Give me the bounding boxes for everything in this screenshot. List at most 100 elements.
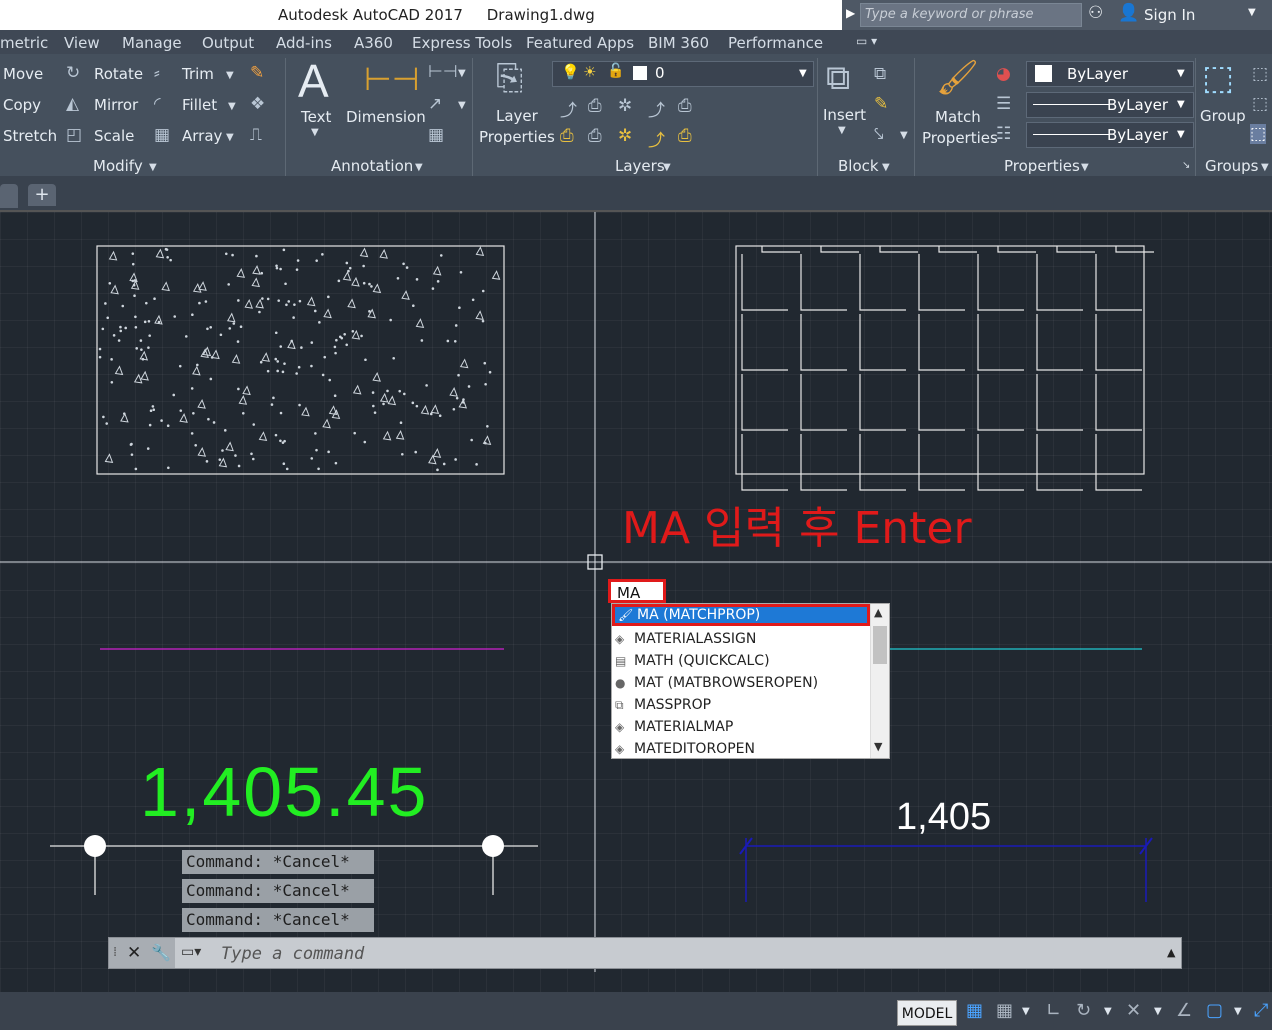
scroll-down-icon[interactable]: ▼ [874,740,882,753]
text-icon[interactable]: A [298,54,329,108]
group-select-icon[interactable]: ⬚ [1250,124,1267,144]
autocomplete-item-matchprop[interactable]: 🖌 MA (MATCHPROP) [612,604,870,626]
move-button[interactable]: Move [3,65,43,83]
model-space-button[interactable]: MODEL [897,1000,957,1026]
dimension-text-large[interactable]: 1,405.45 [140,752,428,832]
properties-launcher-icon[interactable]: ↘ [1182,160,1190,171]
sign-in-link[interactable]: Sign In [1144,6,1195,24]
tab-metric[interactable]: metric [0,34,48,52]
modify-panel-title[interactable]: Modify [93,157,143,175]
layer-tool-icon[interactable]: ⎙ [588,96,602,116]
text-button[interactable]: Text [301,108,331,126]
array-dropdown-icon[interactable]: ▼ [226,132,234,143]
linear-dim-icon[interactable]: ⊢⊣ [428,62,458,82]
color-dropdown[interactable]: ByLayer ▼ [1026,61,1194,87]
command-prompt-icon[interactable]: ▭▾ [181,944,201,960]
erase-icon[interactable]: ✎ [250,63,264,83]
wrench-icon[interactable]: 🔧 [151,943,171,962]
group-edit-icon[interactable]: ⬚ [1252,94,1268,114]
block-expand-icon[interactable]: ▼ [882,162,890,173]
tab-bim-360[interactable]: BIM 360 [648,34,709,52]
tab-express-tools[interactable]: Express Tools [412,34,512,52]
tab-view[interactable]: View [64,34,100,52]
chevron-down-icon[interactable]: ▼ [1234,1006,1242,1017]
properties-expand-icon[interactable]: ▼ [1081,162,1089,173]
dimension-grip[interactable] [84,835,106,857]
tab-featured-apps[interactable]: Featured Apps [526,34,634,52]
scroll-thumb[interactable] [873,626,887,664]
match-properties-label-1[interactable]: Match [935,108,981,126]
polar-icon[interactable]: ↻ [1076,1000,1091,1021]
match-properties-label-2[interactable]: Properties [922,129,998,147]
autocomplete-item[interactable]: ◈ MATERIALMAP [612,716,870,738]
close-icon[interactable]: ✕ [127,943,141,963]
grid-icon[interactable]: ▦ [966,1000,983,1021]
fillet-dropdown-icon[interactable]: ▼ [228,101,236,112]
linetype-icon[interactable]: ☰ [996,94,1011,114]
autocomplete-item[interactable]: ⧉ MASSPROP [612,694,870,716]
layer-properties-label-2[interactable]: Properties [479,128,555,146]
layer-properties-label-1[interactable]: Layer [496,107,538,125]
scale-button[interactable]: Scale [94,127,134,145]
ungroup-icon[interactable]: ⬚ [1252,64,1268,84]
autocomplete-item[interactable]: ▤ MATH (QUICKCALC) [612,650,870,672]
tab-add-ins[interactable]: Add-ins [276,34,332,52]
object-snap-icon[interactable]: ▢ [1206,1000,1223,1021]
ortho-icon[interactable]: ∟ [1046,1000,1061,1021]
dimension-button[interactable]: Dimension [346,108,426,126]
snap-icon[interactable]: ▦ [996,1000,1013,1021]
command-history-toggle-icon[interactable]: ▲ [1167,946,1175,959]
lineweight-icon[interactable]: ☷ [996,124,1011,144]
groups-panel-title[interactable]: Groups [1205,157,1258,175]
properties-panel-title[interactable]: Properties [1004,157,1080,175]
layer-tool-icon[interactable]: ⤴ [648,96,665,121]
array-icon[interactable]: ▦ [154,125,170,145]
leader-icon[interactable]: ↗ [428,94,442,114]
trim-button[interactable]: Trim [182,65,214,83]
offset-icon[interactable]: ⎍ [250,125,262,145]
modify-expand-icon[interactable]: ▼ [149,162,157,173]
layer-tool-icon[interactable]: ⎙ [588,126,602,146]
mirror-icon[interactable]: ◭ [66,94,79,114]
rotate-button[interactable]: Rotate [94,65,143,83]
drawing-tab[interactable] [0,184,18,208]
tab-manage[interactable]: Manage [122,34,182,52]
linear-dim-dropdown-icon[interactable]: ▼ [458,68,466,79]
panel-toggle-icon[interactable]: ▭ ▾ [856,34,877,48]
array-button[interactable]: Array [182,127,222,145]
mirror-button[interactable]: Mirror [94,96,138,114]
layer-tool-icon[interactable]: ⤴ [560,96,577,121]
color-wheel-icon[interactable]: ◕ [996,64,1011,84]
autocomplete-item[interactable]: ◈ MATEDITOROPEN [612,738,870,758]
new-tab-button[interactable]: + [28,184,56,206]
group-icon[interactable]: ⬚ [1202,58,1234,98]
tab-a360[interactable]: A360 [354,34,393,52]
concrete-hatch-rect[interactable] [96,245,505,475]
layer-tool-icon[interactable]: ⎙ [678,126,692,146]
tab-output[interactable]: Output [202,34,254,52]
chevron-down-icon[interactable]: ▼ [1154,1006,1162,1017]
insert-icon[interactable]: ⧉ [826,58,850,98]
autocomplete-scrollbar[interactable]: ▲ ▼ [870,604,889,758]
layers-expand-icon[interactable]: ▼ [663,162,671,173]
groups-expand-icon[interactable]: ▼ [1261,162,1269,173]
rotate-icon[interactable]: ↻ [66,63,80,83]
chevron-down-icon[interactable]: ▼ [1022,1006,1030,1017]
annotation-panel-title[interactable]: Annotation [331,157,413,175]
layer-dropdown[interactable]: 💡 ☀ 🔓 0 ▼ [552,61,814,87]
create-block-icon[interactable]: ⧉ [874,64,886,84]
edit-block-icon[interactable]: ✎ [874,94,888,114]
user-icon[interactable]: 👤 [1118,3,1139,23]
table-icon[interactable]: ▦ [428,125,444,145]
dimension-icon[interactable]: ⊢⊣ [364,60,420,98]
layer-tool-icon[interactable]: ⤴ [648,126,665,151]
layer-properties-icon[interactable]: ⎘ [496,58,523,98]
layer-tool-icon[interactable]: ⎙ [678,96,692,116]
autocomplete-list[interactable]: 🖌 MA (MATCHPROP) ◈ MATERIALASSIGN ▤ MATH (Q… [611,603,890,759]
scroll-up-icon[interactable]: ▲ [874,606,882,619]
layer-tool-icon[interactable]: ✲ [618,96,632,116]
annotation-scale-icon[interactable]: ⤢ [1254,1000,1268,1021]
brick-hatch-rect[interactable] [735,245,1145,475]
attribute-icon[interactable]: ⤥ [874,124,884,144]
match-properties-icon[interactable]: 🖌 [936,58,979,98]
